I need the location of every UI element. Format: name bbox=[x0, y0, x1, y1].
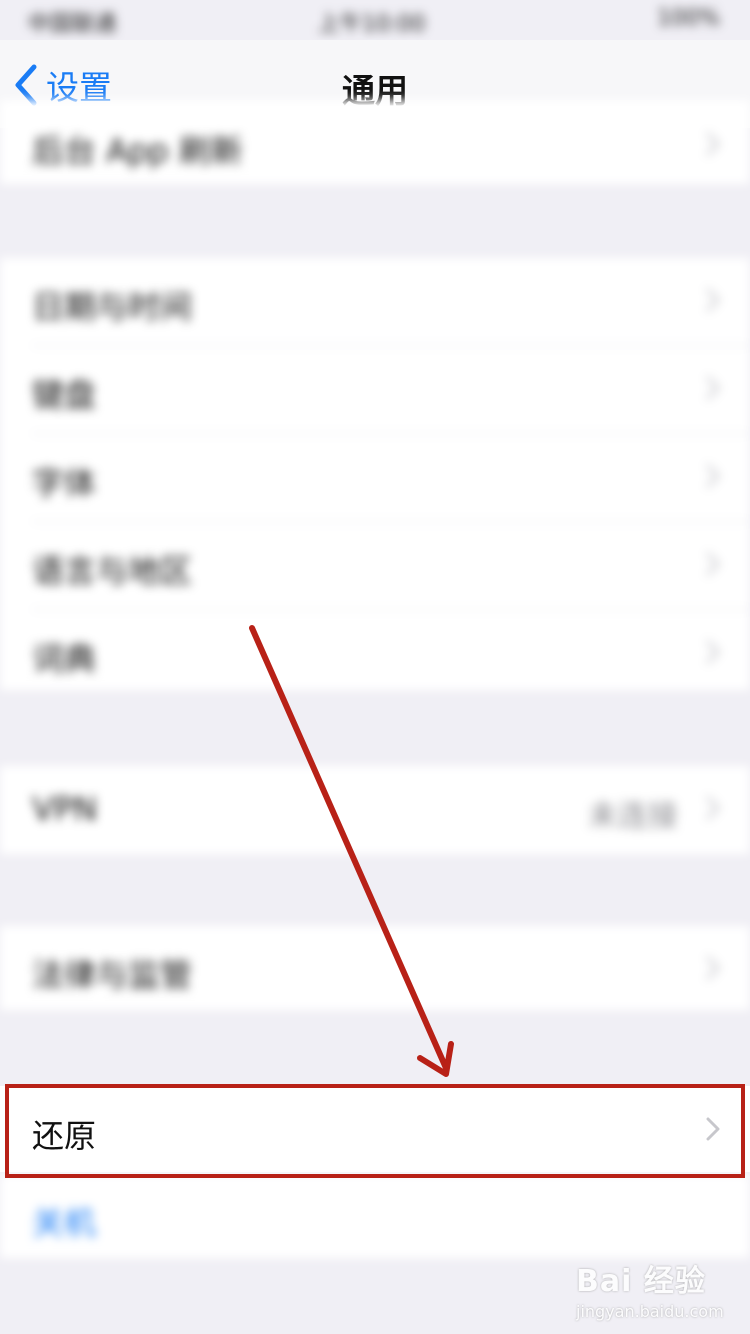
row-label: 日期与时间 bbox=[32, 288, 193, 326]
group-settings: 日期与时间 键盘 字体 语言与地区 词典 bbox=[0, 258, 750, 690]
carrier-label: 中国联通 bbox=[28, 12, 117, 37]
battery-label: 100% bbox=[657, 6, 720, 31]
status-bar: 中国联通 上午10:00 100% bbox=[0, 0, 750, 40]
reset-label: 还原 bbox=[32, 1117, 97, 1155]
row-label: 法律与监管 bbox=[32, 956, 193, 994]
row-reset[interactable]: 还原 bbox=[0, 1086, 750, 1172]
chevron-right-icon bbox=[706, 288, 720, 312]
row-keyboard[interactable]: 键盘 bbox=[0, 346, 750, 434]
watermark: Bai 经验 jingyan.baidu.com bbox=[576, 1256, 726, 1321]
row-background-refresh[interactable]: 后台 App 刷新 bbox=[0, 100, 750, 184]
row-label: 语言与地区 bbox=[32, 552, 193, 590]
group-shutdown: 关机 bbox=[0, 1174, 750, 1258]
group-vpn: VPN 未连接 bbox=[0, 766, 750, 854]
chevron-right-icon bbox=[706, 640, 720, 664]
row-label: 词典 bbox=[32, 640, 97, 678]
row-vpn[interactable]: VPN 未连接 bbox=[0, 766, 750, 854]
chevron-right-icon bbox=[706, 376, 720, 400]
row-label: 字体 bbox=[32, 464, 97, 502]
chevron-right-icon bbox=[706, 1117, 720, 1141]
watermark-url: jingyan.baidu.com bbox=[576, 1302, 724, 1321]
row-language-region[interactable]: 语言与地区 bbox=[0, 522, 750, 610]
group-background-refresh: 后台 App 刷新 bbox=[0, 100, 750, 184]
chevron-right-icon bbox=[706, 552, 720, 576]
shutdown-label: 关机 bbox=[32, 1204, 97, 1242]
watermark-logo: Bai 经验 bbox=[576, 1264, 706, 1299]
chevron-right-icon bbox=[706, 464, 720, 488]
row-dictionary[interactable]: 词典 bbox=[0, 610, 750, 698]
vpn-status: 未连接 bbox=[588, 799, 678, 834]
row-date-time[interactable]: 日期与时间 bbox=[0, 258, 750, 346]
row-label: 后台 App 刷新 bbox=[32, 132, 243, 170]
row-shutdown[interactable]: 关机 bbox=[0, 1174, 750, 1258]
group-reset: 还原 bbox=[0, 1086, 750, 1172]
row-fonts[interactable]: 字体 bbox=[0, 434, 750, 522]
row-legal[interactable]: 法律与监管 bbox=[0, 926, 750, 1010]
row-label: VPN bbox=[32, 790, 98, 828]
chevron-right-icon bbox=[706, 132, 720, 156]
chevron-right-icon bbox=[706, 956, 720, 980]
status-time: 上午10:00 bbox=[318, 12, 426, 37]
group-legal: 法律与监管 bbox=[0, 926, 750, 1010]
chevron-right-icon bbox=[706, 796, 720, 820]
row-label: 键盘 bbox=[32, 376, 97, 414]
